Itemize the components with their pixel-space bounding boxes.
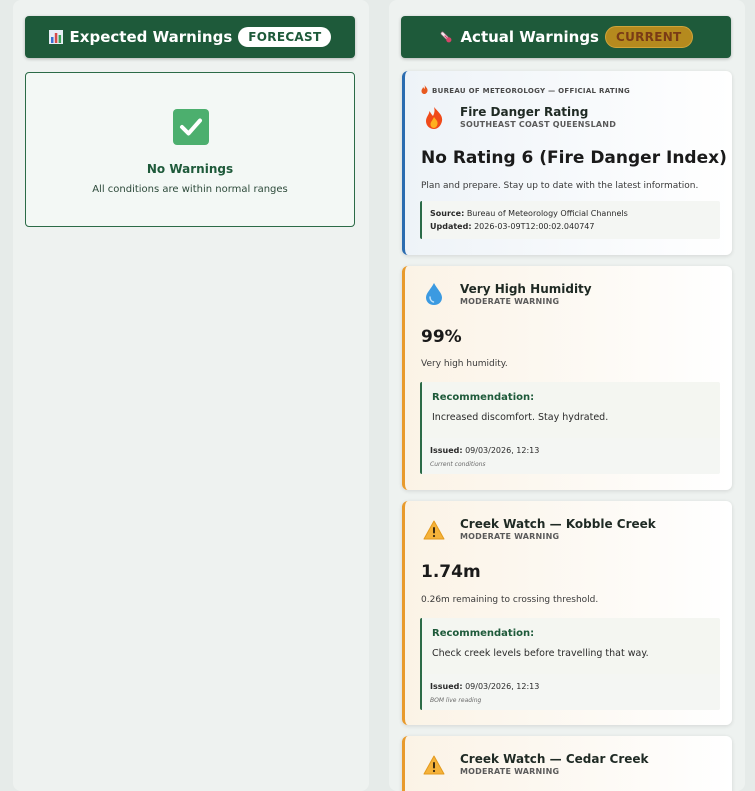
source-tag: BUREAU OF METEOROLOGY — OFFICIAL RATING: [421, 85, 630, 96]
card-description: Plan and prepare. Stay up to date with t…: [421, 181, 699, 191]
recommendation-box: Recommendation: Increased discomfort. St…: [420, 382, 720, 445]
issued-box: Issued: 09/03/2026, 12:13 BOM live readi…: [420, 674, 720, 710]
fire-rating-value: No Rating 6 (Fire Danger Index): [421, 148, 727, 168]
issued-box: Issued: 09/03/2026, 12:13 Current condit…: [420, 438, 720, 474]
expected-warnings-panel: Expected Warnings FORECAST No Warnings A…: [13, 0, 369, 791]
kobble-creek-card: Creek Watch — Kobble Creek MODERATE WARN…: [402, 501, 732, 725]
fire-danger-card: BUREAU OF METEOROLOGY — OFFICIAL RATING …: [402, 71, 732, 255]
recommendation-box: Recommendation: Check creek levels befor…: [420, 618, 720, 681]
card-subtitle: MODERATE WARNING: [460, 767, 560, 776]
card-title: Creek Watch — Kobble Creek: [460, 517, 656, 531]
warning-icon: [423, 519, 445, 541]
forecast-badge: FORECAST: [238, 27, 332, 47]
expected-warnings-header: Expected Warnings FORECAST: [25, 16, 355, 58]
fire-icon: [423, 107, 445, 129]
no-warnings-box: No Warnings All conditions are within no…: [25, 72, 355, 227]
bar-chart-icon: [48, 30, 63, 44]
droplet-icon: [423, 283, 445, 305]
thermometer-icon: [439, 30, 453, 44]
card-subtitle: SOUTHEAST COAST QUEENSLAND: [460, 120, 617, 129]
card-subtitle: MODERATE WARNING: [460, 297, 560, 306]
card-title: Fire Danger Rating: [460, 105, 589, 119]
expected-warnings-title: Expected Warnings: [69, 28, 233, 46]
card-description: Very high humidity.: [421, 359, 508, 369]
card-description: 0.26m remaining to crossing threshold.: [421, 595, 599, 605]
current-badge: CURRENT: [604, 26, 693, 48]
creek-level-value: 1.74m: [421, 562, 481, 582]
no-warnings-title: No Warnings: [146, 162, 234, 176]
actual-warnings-panel: Actual Warnings CURRENT BUREAU OF METEOR…: [389, 0, 745, 791]
card-subtitle: MODERATE WARNING: [460, 532, 560, 541]
actual-warnings-header: Actual Warnings CURRENT: [401, 16, 731, 58]
actual-warnings-title: Actual Warnings: [460, 28, 599, 46]
humidity-value: 99%: [421, 327, 462, 347]
no-warnings-subtitle: All conditions are within normal ranges: [92, 184, 288, 195]
fire-icon: [421, 85, 428, 96]
check-icon: [173, 109, 209, 145]
cedar-creek-card: Creek Watch — Cedar Creek MODERATE WARNI…: [402, 736, 732, 791]
card-title: Very High Humidity: [460, 282, 592, 296]
warning-icon: [423, 754, 445, 776]
card-title: Creek Watch — Cedar Creek: [460, 752, 649, 766]
humidity-warning-card: Very High Humidity MODERATE WARNING 99% …: [402, 266, 732, 490]
source-info-box: Source: Bureau of Meteorology Official C…: [420, 201, 720, 239]
